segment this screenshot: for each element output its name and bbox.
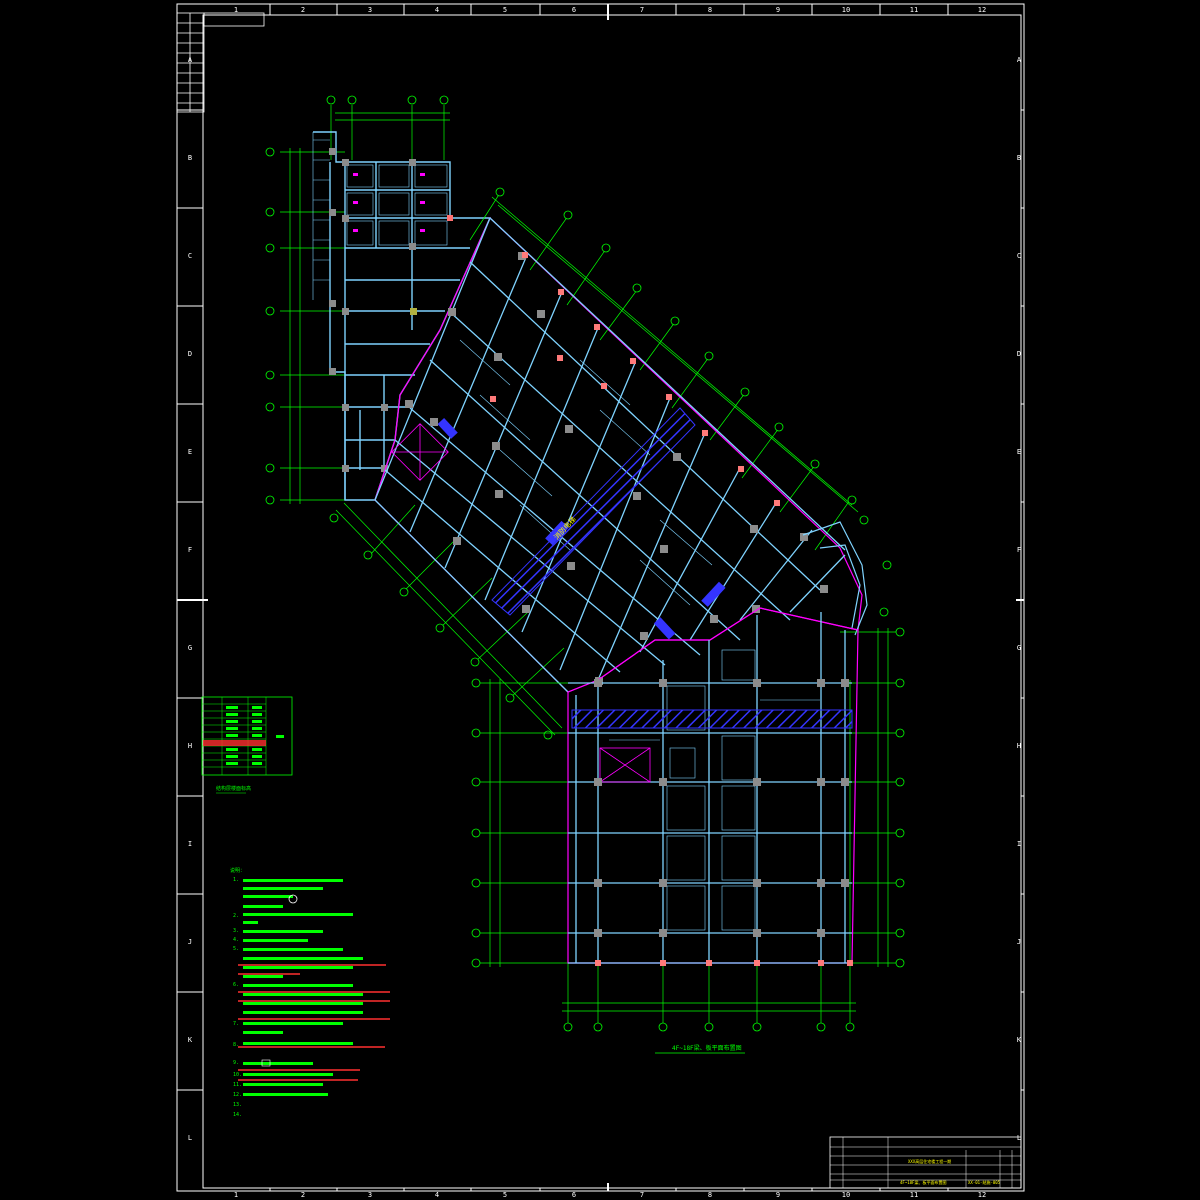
note-number: 10. <box>233 1072 242 1078</box>
note-number: 14. <box>233 1112 242 1118</box>
note-number: 6. <box>233 982 239 988</box>
top-zone-label: 8 <box>708 6 712 14</box>
title-drawing-number: XX-01-结施-005 <box>968 1179 1001 1185</box>
note-number: 1. <box>233 877 239 883</box>
left-zone-label: L <box>188 1134 192 1142</box>
level-table: 结构层楼面标高 <box>201 696 293 794</box>
bottom-zone-label: 10 <box>842 1191 850 1199</box>
left-zone-label: E <box>188 448 192 456</box>
left-zone-label: B <box>188 154 192 162</box>
lower-right-wing <box>471 607 905 1032</box>
note-number: 9. <box>233 1060 239 1066</box>
bottom-zone-label: 2 <box>301 1191 305 1199</box>
bottom-zone-label: 3 <box>368 1191 372 1199</box>
bottom-zone-label: 11 <box>910 1191 918 1199</box>
diagonal-wing: 消防电梯 <box>329 187 892 740</box>
note-number: 13. <box>233 1102 242 1108</box>
bottom-zone-label: 4 <box>435 1191 439 1199</box>
right-zone-label: H <box>1017 742 1021 750</box>
note-number: 11. <box>233 1082 242 1088</box>
right-zone-label: D <box>1017 350 1021 358</box>
right-zone-label: G <box>1017 644 1021 652</box>
top-zone-label: 4 <box>435 6 439 14</box>
right-zone-label: F <box>1017 546 1021 554</box>
left-zone-label: C <box>188 252 192 260</box>
level-table-caption: 结构层楼面标高 <box>216 785 251 792</box>
top-zone-label: 3 <box>368 6 372 14</box>
top-zone-label: 6 <box>572 6 576 14</box>
note-number: 7. <box>233 1021 239 1027</box>
title-project: XXX高层住宅楼工程一期 <box>908 1158 951 1164</box>
floor-plan-drawing: 1 2 3 4 5 6 7 8 9 10 11 121 2 3 4 5 6 7 8 9 10 11 12A AB BC CD DE E… <box>176 3 1025 1199</box>
left-zone-label: D <box>188 350 192 358</box>
top-zone-label: 12 <box>978 6 986 14</box>
bottom-zone-label: 1 <box>234 1191 238 1199</box>
left-zone-label: K <box>188 1036 193 1044</box>
right-zone-label: L <box>1017 1134 1021 1142</box>
right-zone-label: J <box>1017 938 1021 946</box>
left-zone-label: I <box>188 840 192 848</box>
top-zone-label: 5 <box>503 6 507 14</box>
top-zone-label: 9 <box>776 6 780 14</box>
title-drawing-name: 4F~18F梁、板平面布置图 <box>900 1179 946 1185</box>
note-number: 4. <box>233 937 239 943</box>
note-number: 2. <box>233 913 239 919</box>
top-zone-label: 2 <box>301 6 305 14</box>
plan-caption: 4F~18F梁、板平面布置图 <box>672 1044 742 1052</box>
note-number: 12. <box>233 1092 242 1098</box>
bottom-zone-label: 5 <box>503 1191 507 1199</box>
right-zone-label: C <box>1017 252 1021 260</box>
top-zone-label: 10 <box>842 6 850 14</box>
left-zone-label: H <box>188 742 192 750</box>
plan-caption-group: 4F~18F梁、板平面布置图 <box>655 1044 745 1054</box>
bottom-zone-label: 8 <box>708 1191 712 1199</box>
right-zone-label: I <box>1017 840 1021 848</box>
left-zone-label: J <box>188 938 192 946</box>
top-zone-label: 7 <box>640 6 644 14</box>
revision-stamp-block <box>176 12 265 113</box>
general-notes: 说明： 1.2.3.4.5.6.7.8.9.10.11.12.13.14. <box>230 867 390 1118</box>
note-number: 5. <box>233 946 239 952</box>
note-number: 3. <box>233 928 239 934</box>
right-zone-label: B <box>1017 154 1021 162</box>
notes-heading: 说明： <box>230 867 245 874</box>
left-zone-label: F <box>188 546 192 554</box>
bottom-zone-label: 12 <box>978 1191 986 1199</box>
bottom-zone-label: 6 <box>572 1191 576 1199</box>
bottom-zone-label: 9 <box>776 1191 780 1199</box>
right-zone-label: E <box>1017 448 1021 456</box>
bottom-zone-label: 7 <box>640 1191 644 1199</box>
left-zone-label: G <box>188 644 192 652</box>
title-block: XXX高层住宅楼工程一期 4F~18F梁、板平面布置图 XX-01-结施-005 <box>829 1136 1022 1189</box>
top-zone-label: 11 <box>910 6 918 14</box>
